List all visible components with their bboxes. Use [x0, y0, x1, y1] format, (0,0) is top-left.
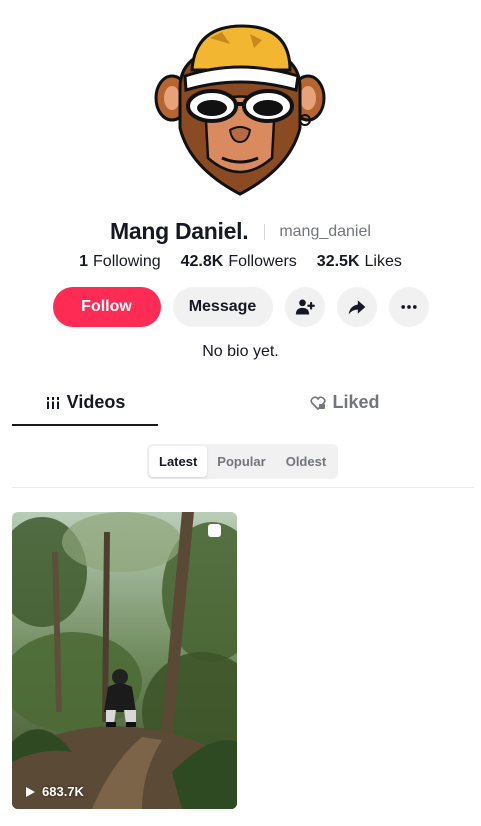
likes-count: 32.5K [316, 253, 360, 270]
section-divider [12, 487, 474, 488]
sort-latest-button[interactable]: Latest [149, 446, 208, 477]
following-label: Following [93, 253, 161, 270]
monkey-avatar-icon [154, 24, 326, 196]
followers-count: 42.8K [180, 253, 224, 270]
tab-videos[interactable]: Videos [12, 392, 158, 426]
profile-stats: 1 Following 42.8K Followers 32.5K Likes [0, 253, 481, 271]
content-tabs: Videos Liked [12, 392, 474, 426]
play-icon [26, 786, 35, 797]
avatar[interactable] [150, 18, 330, 198]
profile-name-row: Mang Daniel. mang_daniel [0, 218, 481, 245]
share-arrow-icon [348, 300, 365, 315]
tab-liked[interactable]: Liked [272, 392, 418, 426]
add-person-icon [295, 299, 315, 315]
tab-liked-label: Liked [332, 392, 380, 412]
display-name: Mang Daniel. [110, 218, 249, 244]
followers-label: Followers [228, 253, 297, 270]
add-friend-button[interactable] [284, 287, 325, 327]
stat-followers[interactable]: 42.8K Followers [181, 253, 297, 271]
video-views-label: 683.7K [42, 784, 84, 799]
video-card[interactable]: 683.7K [12, 512, 237, 809]
stat-following[interactable]: 1 Following [79, 253, 161, 271]
message-button[interactable]: Message [172, 287, 273, 327]
stat-likes: 32.5K Likes [317, 253, 402, 271]
more-options-button[interactable] [388, 287, 429, 327]
share-button[interactable] [336, 287, 377, 327]
grid-lines-icon [45, 397, 60, 409]
username: mang_daniel [279, 222, 371, 240]
name-divider [264, 223, 266, 240]
video-select-checkbox[interactable] [208, 524, 221, 537]
follow-button[interactable]: Follow [52, 287, 161, 327]
active-tab-underline [12, 424, 158, 426]
video-thumbnail [12, 512, 237, 809]
more-dots-icon [400, 305, 417, 309]
likes-label: Likes [364, 253, 402, 270]
tab-videos-label: Videos [66, 392, 126, 412]
heart-lock-icon [310, 396, 327, 411]
sort-oldest-button[interactable]: Oldest [276, 446, 336, 477]
sort-popular-button[interactable]: Popular [207, 446, 275, 477]
profile-bio: No bio yet. [202, 343, 279, 360]
following-count: 1 [79, 253, 89, 270]
sort-segmented-control: Latest Popular Oldest [147, 444, 338, 479]
video-view-count: 683.7K [24, 784, 84, 799]
profile-actions: Follow Message [0, 287, 481, 327]
